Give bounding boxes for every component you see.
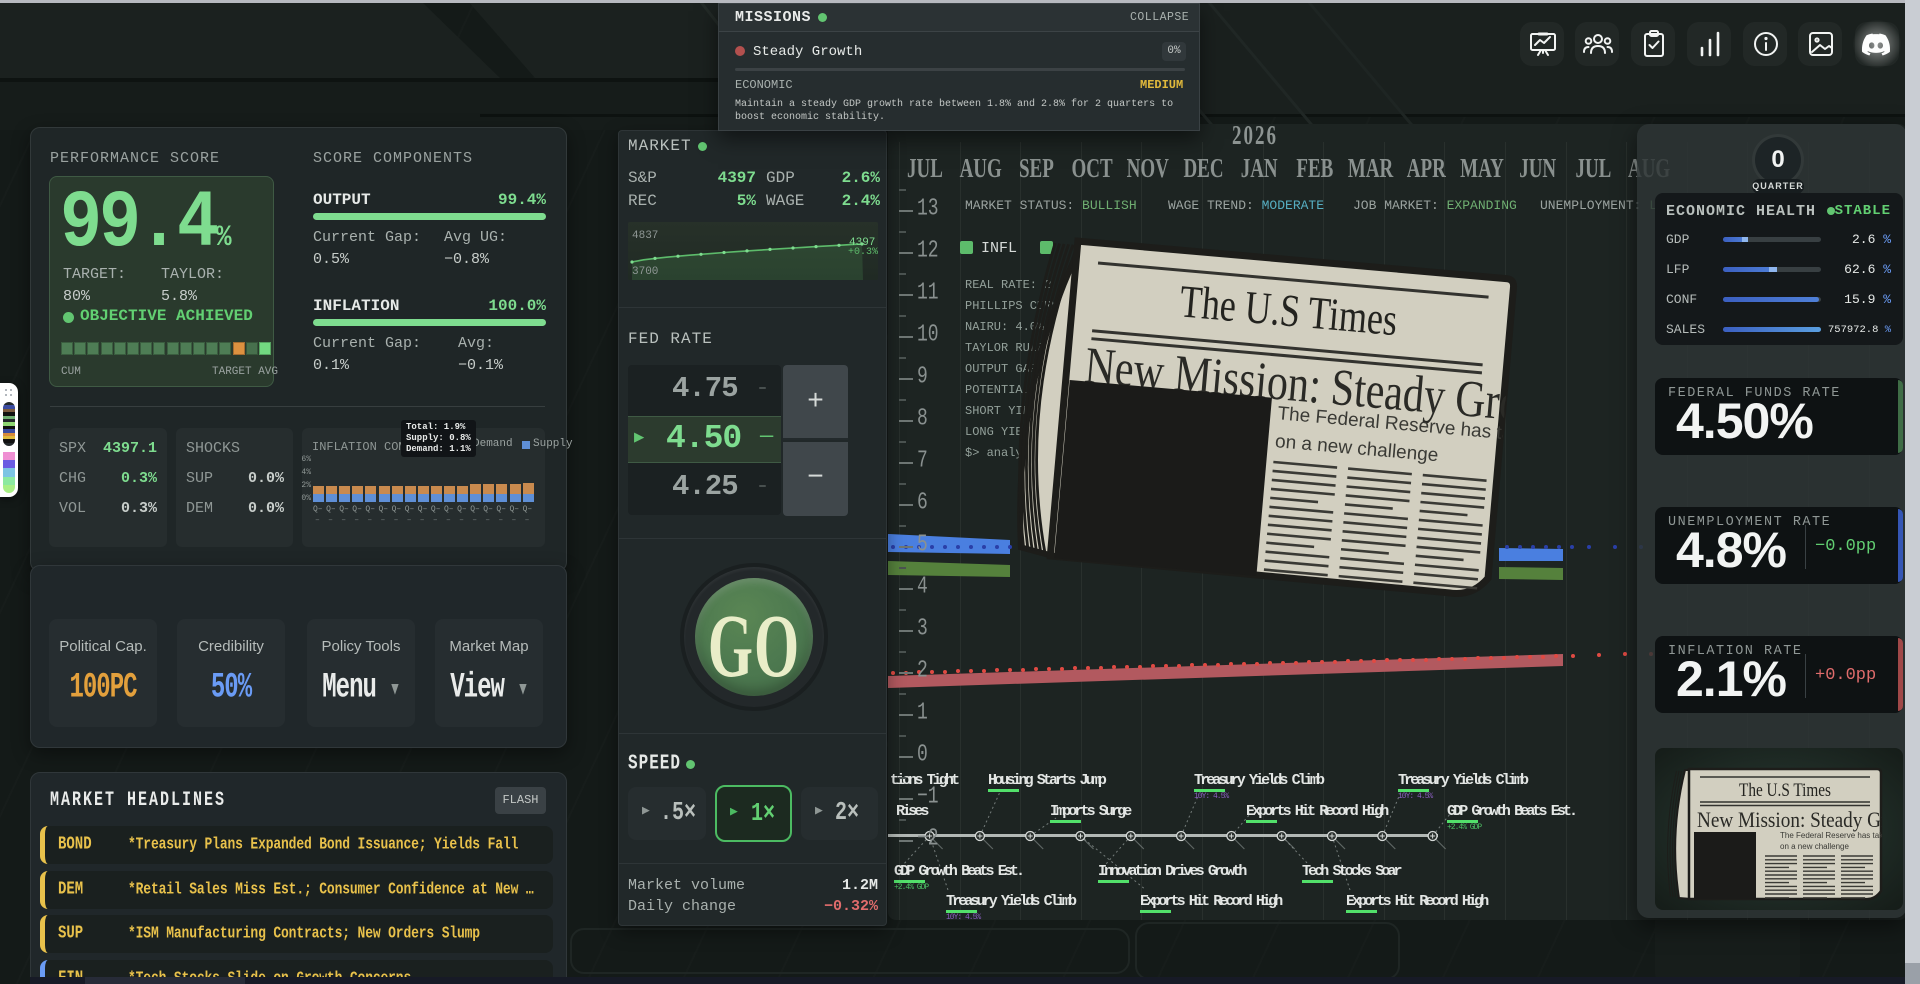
svg-text:The U.S Times: The U.S Times — [1739, 780, 1831, 801]
svg-text:on a new challenge: on a new challenge — [1780, 842, 1849, 851]
svg-text:The Federal Reserve has tak: The Federal Reserve has tak — [1780, 831, 1884, 840]
svg-text:New Mission: Steady Gro: New Mission: Steady Gro — [1697, 807, 1897, 832]
